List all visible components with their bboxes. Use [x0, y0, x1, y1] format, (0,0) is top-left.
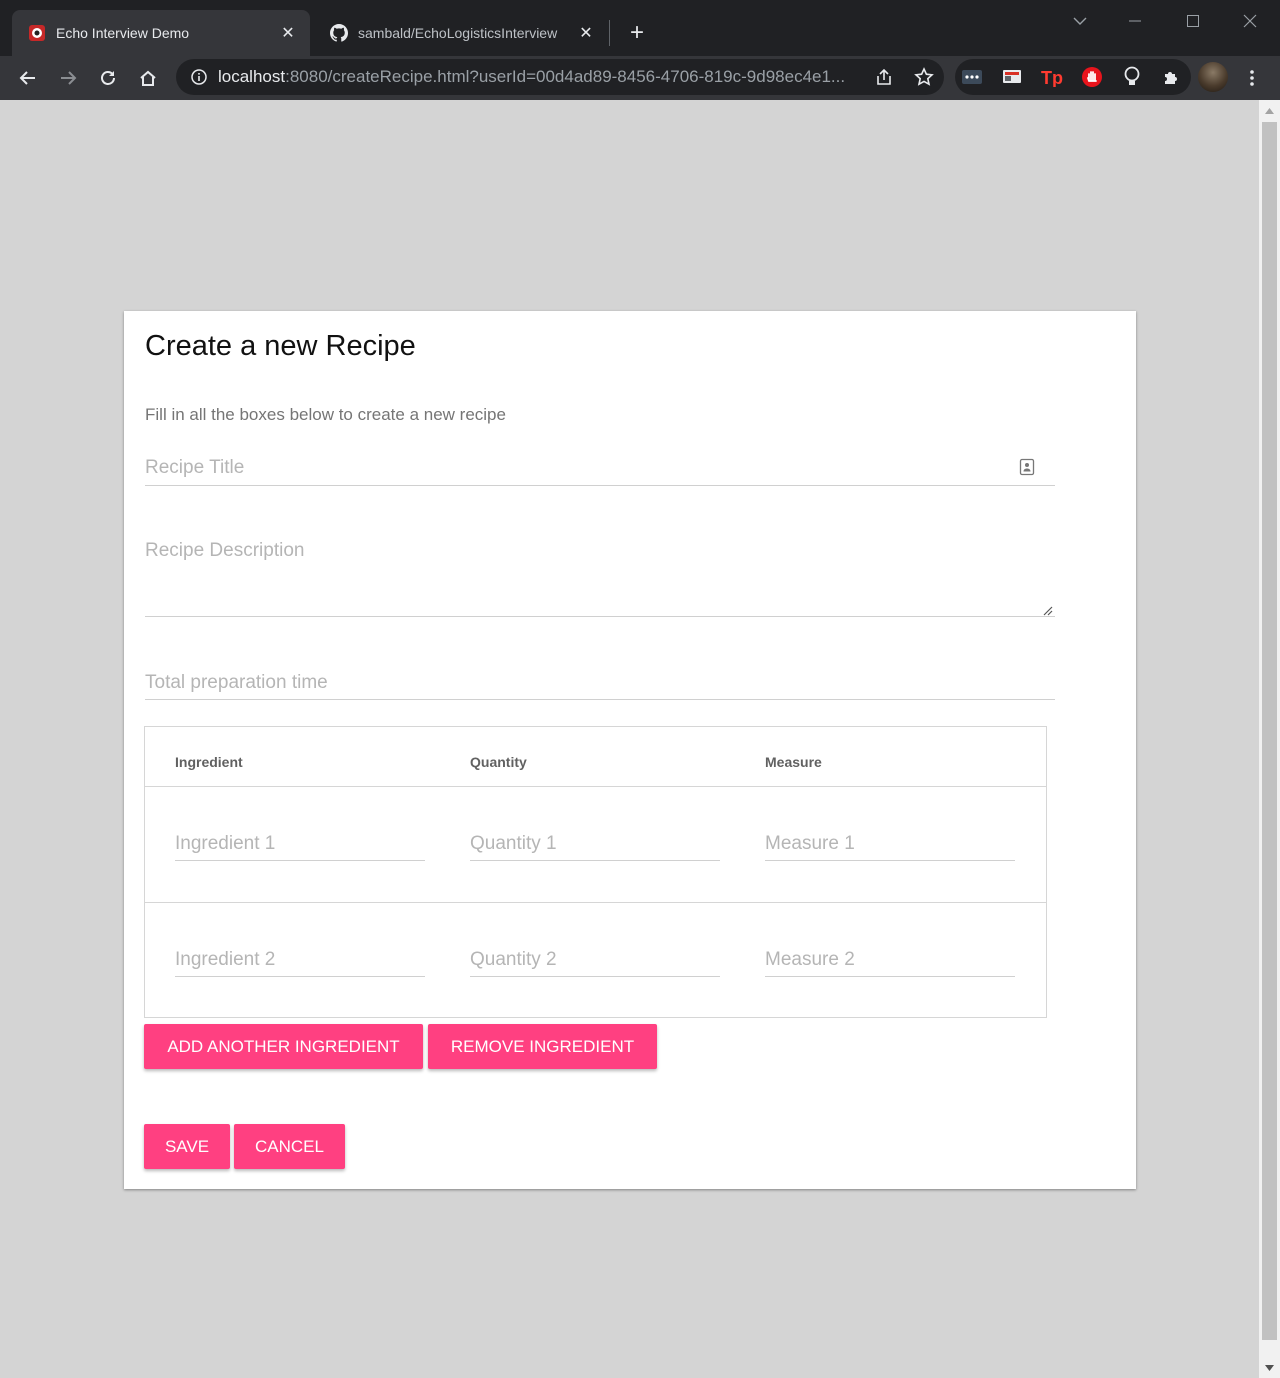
back-arrow-icon[interactable] [12, 62, 44, 94]
page-scrollbar[interactable] [1259, 100, 1280, 1378]
ingredient-2-input[interactable] [175, 945, 425, 975]
table-row [145, 787, 1046, 903]
column-header-quantity: Quantity [470, 754, 527, 770]
resize-grip-icon[interactable] [1043, 603, 1053, 616]
quantity-2-input[interactable] [470, 945, 720, 975]
ingredients-table-header: Ingredient Quantity Measure [145, 727, 1046, 787]
table-row [145, 903, 1046, 1019]
recipe-description-field [145, 539, 1055, 617]
reload-icon[interactable] [92, 62, 124, 94]
remove-ingredient-button[interactable]: REMOVE INGREDIENT [428, 1024, 657, 1069]
close-tab-icon[interactable]: ✕ [576, 23, 596, 43]
cancel-button[interactable]: CANCEL [234, 1124, 345, 1169]
prep-time-input[interactable] [145, 669, 1055, 697]
ingredients-table: Ingredient Quantity Measure [144, 726, 1047, 1018]
recipe-title-field [145, 453, 1055, 486]
scroll-up-arrow-icon[interactable] [1264, 105, 1275, 116]
column-header-measure: Measure [765, 754, 822, 770]
browser-menu-icon[interactable] [1238, 62, 1266, 94]
close-tab-icon[interactable]: ✕ [278, 23, 298, 43]
github-icon [330, 24, 348, 42]
bookmark-star-icon[interactable] [904, 59, 944, 95]
measure-1-input[interactable] [765, 829, 1015, 859]
form-instructions: Fill in all the boxes below to create a … [145, 405, 506, 424]
tab-github-repo[interactable]: sambald/EchoLogisticsInterview ✕ [314, 10, 608, 56]
measure-2-input[interactable] [765, 945, 1015, 975]
measure-cell [765, 829, 1015, 861]
save-button[interactable]: SAVE [144, 1124, 230, 1169]
extensions-group: Tp [955, 59, 1191, 95]
puzzle-extensions-icon[interactable] [1160, 65, 1184, 89]
recipe-title-input[interactable] [145, 453, 1055, 483]
lightbulb-extension-icon[interactable] [1120, 65, 1144, 89]
dots-extension-icon[interactable] [960, 65, 984, 89]
tab-title: sambald/EchoLogisticsInterview [358, 25, 558, 41]
quantity-cell [470, 829, 720, 861]
tab-echo-interview-demo[interactable]: Echo Interview Demo ✕ [12, 10, 310, 56]
hand-stop-extension-icon[interactable] [1080, 65, 1104, 89]
add-ingredient-button[interactable]: ADD ANOTHER INGREDIENT [144, 1024, 423, 1069]
column-header-ingredient: Ingredient [175, 754, 243, 770]
minimize-icon[interactable] [1115, 6, 1155, 36]
share-icon[interactable] [864, 59, 904, 95]
url-host: localhost [218, 67, 286, 86]
scroll-down-arrow-icon[interactable] [1264, 1362, 1275, 1373]
browser-toolbar: localhost:8080/createRecipe.html?userId=… [0, 56, 1280, 100]
window-close-icon[interactable] [1230, 6, 1270, 36]
ingredient-cell [175, 829, 425, 861]
tab-title: Echo Interview Demo [56, 25, 190, 41]
site-info-icon[interactable] [190, 68, 208, 86]
tab-strip: Echo Interview Demo ✕ sambald/EchoLogist… [0, 0, 1280, 56]
forward-arrow-icon[interactable] [52, 62, 84, 94]
url-path: :8080/createRecipe.html?userId=00d4ad89-… [285, 67, 846, 86]
quantity-cell [470, 945, 720, 977]
svg-text:Tp: Tp [1041, 68, 1063, 87]
browser-chrome: Echo Interview Demo ✕ sambald/EchoLogist… [0, 0, 1280, 100]
ingredient-cell [175, 945, 425, 977]
quantity-1-input[interactable] [470, 829, 720, 859]
cast-extension-icon[interactable] [1000, 65, 1024, 89]
address-bar[interactable]: localhost:8080/createRecipe.html?userId=… [176, 59, 944, 95]
autofill-contact-icon[interactable] [1019, 458, 1035, 476]
maximize-icon[interactable] [1173, 6, 1213, 36]
page-title: Create a new Recipe [145, 330, 416, 362]
prep-time-field [145, 669, 1055, 700]
tp-extension-icon[interactable]: Tp [1040, 65, 1064, 89]
tab-search-chevron-icon[interactable] [1060, 6, 1100, 36]
create-recipe-card: Create a new Recipe Fill in all the boxe… [124, 311, 1136, 1189]
recipe-description-input[interactable] [145, 539, 1055, 615]
measure-cell [765, 945, 1015, 977]
tab-divider [609, 20, 610, 46]
profile-avatar[interactable] [1198, 62, 1228, 92]
ingredient-1-input[interactable] [175, 829, 425, 859]
url-text: localhost:8080/createRecipe.html?userId=… [218, 67, 864, 87]
scroll-thumb[interactable] [1262, 122, 1277, 1340]
new-tab-plus-icon[interactable]: + [622, 18, 652, 48]
echo-favicon-icon [28, 24, 46, 42]
home-icon[interactable] [132, 62, 164, 94]
